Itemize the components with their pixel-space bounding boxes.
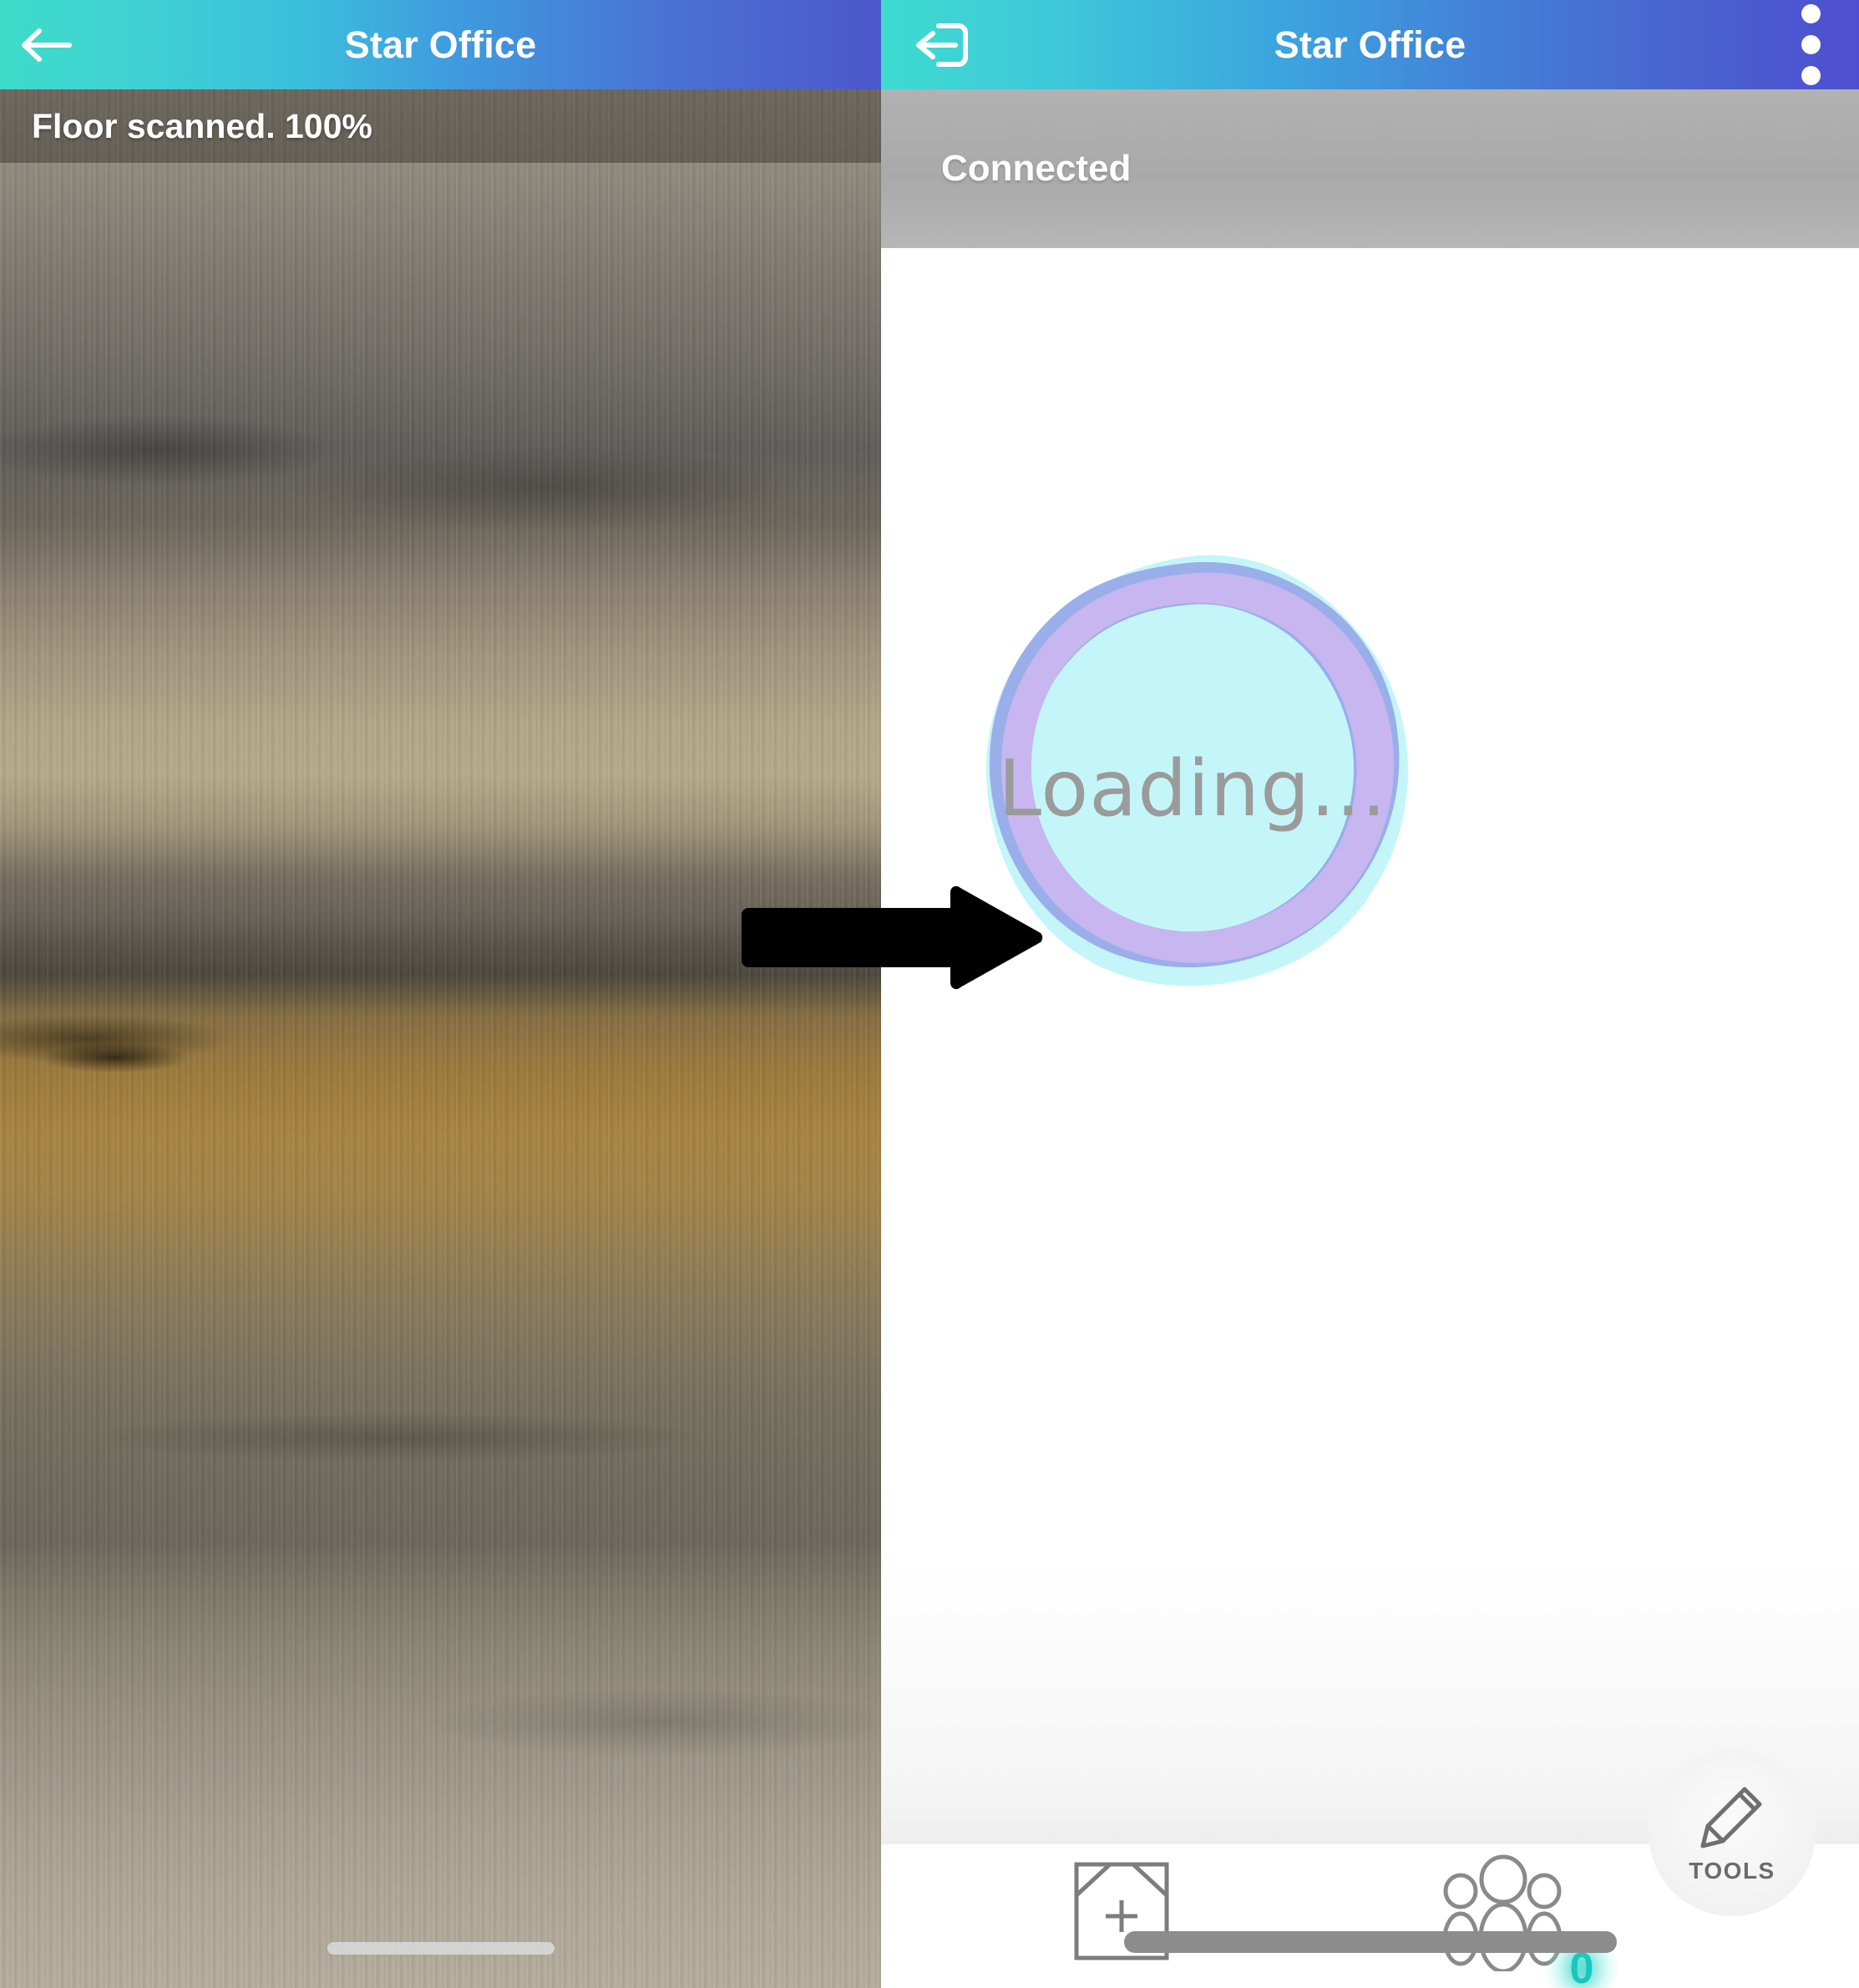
- tools-button[interactable]: TOOLS: [1649, 1749, 1816, 1916]
- home-indicator-left[interactable]: [327, 1942, 555, 1955]
- viewfinder-blur-overlay: [0, 89, 881, 1988]
- back-arrow-icon: [22, 28, 72, 62]
- logout-icon: [915, 23, 968, 67]
- right-arrow-icon: [742, 885, 1043, 990]
- camera-viewfinder[interactable]: [0, 89, 881, 1988]
- connection-status-bar: Connected: [881, 89, 1859, 248]
- kebab-dot: [1801, 4, 1821, 23]
- right-app-bar: Star Office: [881, 0, 1859, 89]
- kebab-dot: [1801, 66, 1821, 85]
- connection-status-text: Connected: [941, 148, 1132, 189]
- page-title: Star Office: [344, 23, 537, 66]
- loading-label: Loading...: [998, 743, 1387, 834]
- split-screenshot: Star Office Floor scanned. 100% Star Off…: [0, 0, 1859, 1988]
- page-title: Star Office: [1274, 23, 1466, 66]
- left-phone-panel: Star Office Floor scanned. 100%: [0, 0, 881, 1988]
- right-phone-panel: Star Office Connected Loading... 0 TOOLS: [881, 0, 1859, 1988]
- pencil-icon: [1700, 1787, 1762, 1849]
- logout-button[interactable]: [881, 0, 1002, 89]
- back-button[interactable]: [0, 0, 92, 89]
- transition-arrow: [735, 885, 1044, 990]
- scan-status-banner: Floor scanned. 100%: [0, 89, 881, 163]
- left-app-bar: Star Office: [0, 0, 881, 89]
- people-button[interactable]: 0: [1441, 1854, 1618, 1988]
- kebab-dot: [1801, 35, 1821, 54]
- tools-label: TOOLS: [1689, 1858, 1775, 1884]
- floorplan-canvas[interactable]: Loading...: [881, 248, 1859, 1934]
- home-indicator-right[interactable]: [1123, 1931, 1617, 1953]
- scan-status-text: Floor scanned. 100%: [32, 106, 372, 145]
- overflow-menu-button[interactable]: [1801, 0, 1821, 89]
